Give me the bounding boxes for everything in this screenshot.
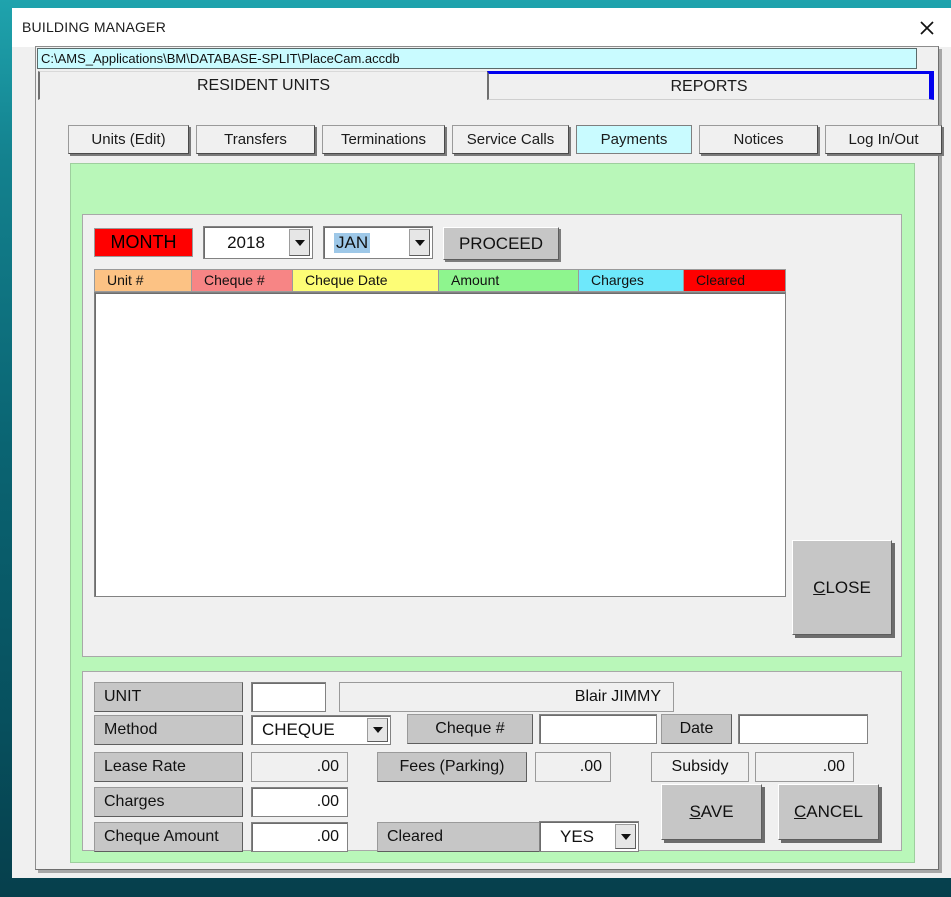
column-header-cheque-date: Cheque Date (292, 269, 438, 292)
cancel-button-label: CANCEL (794, 802, 863, 821)
window-title: BUILDING MANAGER (22, 19, 166, 35)
tab-reports[interactable]: REPORTS (487, 71, 934, 100)
cheque-number-input[interactable] (539, 714, 657, 744)
database-path: C:\AMS_Applications\BM\DATABASE-SPLIT\Pl… (37, 48, 917, 69)
form-frame: C:\AMS_Applications\BM\DATABASE-SPLIT\Pl… (35, 46, 942, 870)
cleared-dropdown[interactable]: YES (539, 821, 639, 852)
chevron-down-icon[interactable] (289, 229, 310, 256)
subtab-notices[interactable]: Notices (699, 125, 818, 154)
payment-detail-card: UNIT Blair JIMMY Method CHEQUE Cheque # … (82, 671, 902, 852)
chevron-down-icon[interactable] (409, 229, 430, 256)
payments-panel: MONTH 2018 JAN PROCEED Unit # Cheque # C… (70, 163, 915, 863)
cleared-value: YES (559, 826, 595, 846)
subtab-terminations[interactable]: Terminations (322, 125, 445, 154)
tab-resident-units[interactable]: RESIDENT UNITS (38, 71, 487, 100)
subtab-transfers[interactable]: Transfers (196, 125, 315, 154)
payments-list[interactable] (94, 292, 786, 597)
cleared-label: Cleared (377, 822, 547, 852)
application-window: BUILDING MANAGER C:\AMS_Applications\BM\… (12, 8, 951, 878)
subsidy-label: Subsidy (651, 752, 749, 782)
fees-parking-label: Fees (Parking) (377, 752, 527, 782)
subtab-units-edit[interactable]: Units (Edit) (68, 125, 189, 154)
date-input[interactable] (738, 714, 868, 744)
charges-input[interactable]: .00 (251, 787, 348, 817)
resident-name-field: Blair JIMMY (339, 682, 674, 712)
sub-tab-strip: Units (Edit) Transfers Terminations Serv… (36, 125, 942, 161)
lease-rate-label: Lease Rate (94, 752, 243, 782)
subtab-service-calls[interactable]: Service Calls (452, 125, 569, 154)
title-bar: BUILDING MANAGER (12, 8, 951, 47)
column-header-cheque-no: Cheque # (191, 269, 292, 292)
fees-parking-value: .00 (535, 752, 611, 782)
method-value: CHEQUE (262, 720, 335, 739)
cancel-button[interactable]: CANCEL (778, 784, 879, 840)
chevron-down-icon[interactable] (367, 718, 388, 742)
tab-underline (38, 101, 487, 104)
chevron-down-icon[interactable] (615, 824, 636, 849)
subsidy-value: .00 (755, 752, 854, 782)
column-header-amount: Amount (438, 269, 578, 292)
save-button[interactable]: SAVE (661, 784, 762, 840)
close-button[interactable]: CLOSE (792, 540, 892, 635)
cheque-number-label: Cheque # (407, 714, 533, 744)
month-value-wrap: JAN (324, 227, 418, 258)
unit-input[interactable] (251, 682, 326, 712)
month-value: JAN (334, 232, 371, 253)
year-value: 2018 (227, 232, 265, 252)
close-button-label: CLOSE (813, 577, 871, 597)
method-dropdown[interactable]: CHEQUE (251, 715, 391, 745)
year-dropdown[interactable]: 2018 (203, 226, 313, 259)
column-header-charges: Charges (578, 269, 683, 292)
top-tab-strip: RESIDENT UNITS REPORTS (37, 70, 938, 104)
cheque-amount-label: Cheque Amount (94, 822, 243, 852)
proceed-button[interactable]: PROCEED (443, 227, 559, 260)
lease-rate-value: .00 (251, 752, 348, 782)
column-header-cleared: Cleared (683, 269, 786, 292)
date-label: Date (661, 714, 732, 744)
month-badge: MONTH (94, 228, 193, 257)
column-header-unit: Unit # (94, 269, 191, 292)
close-icon[interactable] (915, 17, 939, 39)
method-label: Method (94, 715, 243, 745)
subtab-log-in-out[interactable]: Log In/Out (825, 125, 942, 154)
grid-column-headers: Unit # Cheque # Cheque Date Amount Charg… (94, 269, 786, 292)
save-button-label: SAVE (689, 802, 734, 821)
payments-grid-card: MONTH 2018 JAN PROCEED Unit # Cheque # C… (82, 214, 902, 657)
month-dropdown[interactable]: JAN (323, 226, 433, 259)
charges-label: Charges (94, 787, 243, 817)
subtab-payments[interactable]: Payments (576, 125, 692, 154)
unit-label: UNIT (94, 682, 243, 712)
cheque-amount-input[interactable]: .00 (251, 822, 348, 852)
